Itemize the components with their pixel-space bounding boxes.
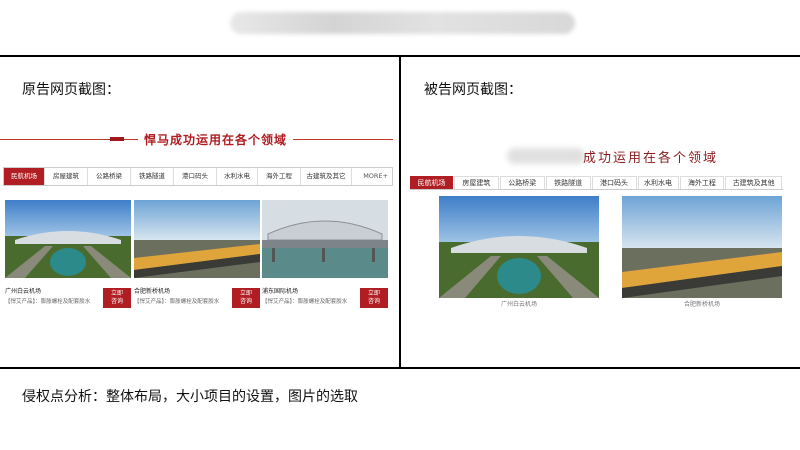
right-tab-bar: 民航机场 房屋建筑 公路桥梁 铁路隧道 港口码头 水利水电 海外工程 古建筑及其… <box>410 176 783 190</box>
airport-photo[interactable] <box>134 200 260 278</box>
tab-highway-bridge[interactable]: 公路桥梁 <box>499 176 545 189</box>
left-heading-text: 悍马成功运用在各个领域 <box>138 131 294 148</box>
consult-button[interactable]: 立即 咨询 <box>103 288 131 308</box>
tab-port-wharf[interactable]: 港口码头 <box>174 168 217 185</box>
project-card: 广州白云机场 <box>439 196 599 308</box>
project-card: 浦东国际机场 【悍艾产品】：膨胀螺栓及配套胶水 立即 咨询 <box>262 200 388 308</box>
card-description: 【悍艾产品】：膨胀螺栓及配套胶水 <box>262 299 348 305</box>
tab-civil-airport[interactable]: 民航机场 <box>410 176 453 189</box>
heading-dash-left <box>110 137 124 141</box>
blurred-heading-part <box>507 148 585 164</box>
tab-port-wharf[interactable]: 港口码头 <box>591 176 637 189</box>
tab-railway-tunnel[interactable]: 铁路隧道 <box>545 176 591 189</box>
infringement-analysis: 侵权点分析：整体布局，大小项目的设置，图片的选取 <box>22 389 358 405</box>
more-link[interactable]: MORE+ <box>363 168 392 185</box>
defendant-label: 被告网页截图： <box>424 82 522 98</box>
tab-overseas[interactable]: 海外工程 <box>258 168 301 185</box>
tab-building[interactable]: 房屋建筑 <box>45 168 88 185</box>
consult-button[interactable]: 立即 咨询 <box>360 288 388 308</box>
airport-photo[interactable] <box>439 196 599 298</box>
left-tab-bar: 民航机场 房屋建筑 公路桥梁 铁路隧道 港口码头 水利水电 海外工程 古建筑及其… <box>3 167 393 186</box>
tab-building[interactable]: 房屋建筑 <box>453 176 499 189</box>
project-card: 合肥新桥机场 <box>622 196 782 308</box>
tab-overseas[interactable]: 海外工程 <box>679 176 725 189</box>
tab-highway-bridge[interactable]: 公路桥梁 <box>88 168 131 185</box>
blurred-title <box>230 12 575 34</box>
center-divider <box>399 55 401 369</box>
tab-hydropower[interactable]: 水利水电 <box>637 176 679 189</box>
card-caption: 广州白云机场 <box>500 301 537 308</box>
project-card: 广州白云机场 【悍艾产品】：膨胀螺栓及配套胶水 立即 咨询 <box>5 200 131 308</box>
airport-photo[interactable] <box>262 200 388 278</box>
tab-railway-tunnel[interactable]: 铁路隧道 <box>131 168 174 185</box>
consult-button[interactable]: 立即 咨询 <box>232 288 260 308</box>
right-heading-text: 成功运用在各个领域 <box>583 151 719 166</box>
tab-ancient-buildings[interactable]: 古建筑及其它 <box>301 168 352 185</box>
card-caption: 合肥新桥机场 <box>683 301 720 308</box>
card-description: 【悍艾产品】：膨胀螺栓及配套胶水 <box>134 299 220 305</box>
tab-hydropower[interactable]: 水利水电 <box>217 168 258 185</box>
airport-photo[interactable] <box>5 200 131 278</box>
airport-photo[interactable] <box>622 196 782 298</box>
project-card: 合肥新桥机场 【悍艾产品】：膨胀螺栓及配套胶水 立即 咨询 <box>134 200 260 308</box>
card-description: 【悍艾产品】：膨胀螺栓及配套胶水 <box>5 299 91 305</box>
tab-ancient-buildings[interactable]: 古建筑及其他 <box>725 176 782 189</box>
tab-civil-airport[interactable]: 民航机场 <box>4 168 45 185</box>
plaintiff-label: 原告网页截图： <box>22 82 120 98</box>
left-section-heading: 悍马成功运用在各个领域 <box>0 130 393 148</box>
